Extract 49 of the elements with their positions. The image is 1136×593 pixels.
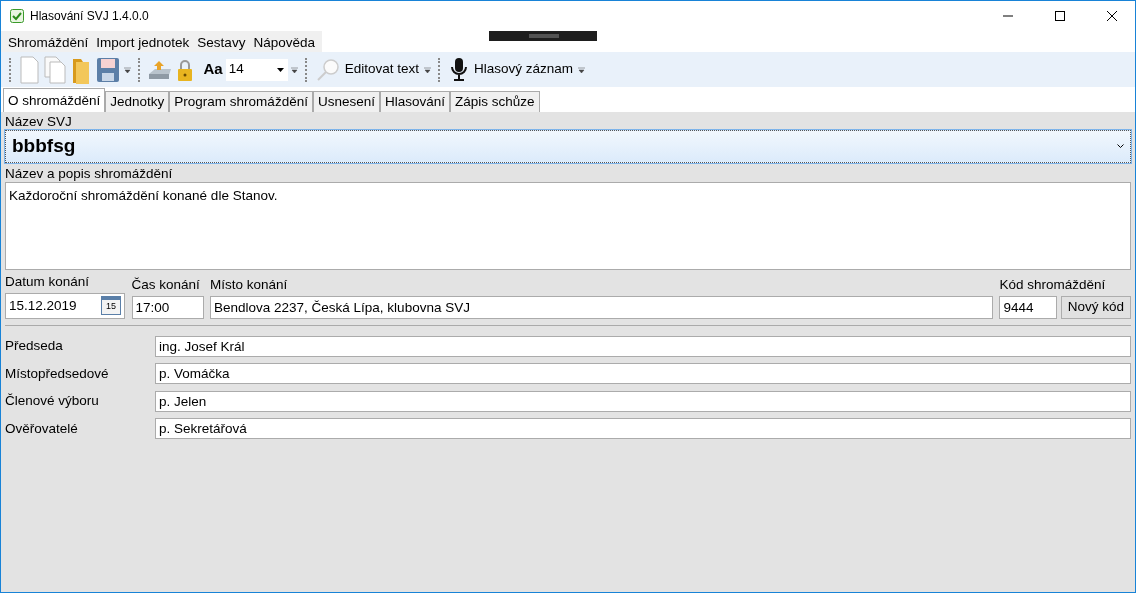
menu-item[interactable]: Nápověda [249, 31, 319, 52]
field-label: Místo konání [210, 276, 289, 293]
app-check-icon [10, 9, 24, 23]
field-label: Kód shromáždění [999, 276, 1107, 293]
dropdown-arrow-icon[interactable] [424, 65, 431, 74]
new-code-button[interactable]: Nový kód [1060, 295, 1131, 319]
code-field[interactable]: 9444 [999, 295, 1058, 319]
chevron-icon [1117, 144, 1124, 149]
field-label: Členové výboru [5, 393, 100, 410]
voice-record-button[interactable]: Hlasový záznam [447, 56, 576, 83]
date-picker-field[interactable]: 15.12.2019 15 [5, 292, 125, 319]
field-label: Název a popis shromáždění [5, 166, 174, 183]
font-size-dropdown[interactable]: 14 [225, 58, 288, 81]
text-field[interactable]: p. Jelen [155, 390, 1131, 412]
text-field[interactable]: ing. Josef Král [155, 335, 1131, 357]
menu-item[interactable]: Sestavy [193, 31, 250, 52]
edit-text-button[interactable]: Editovat text [313, 57, 421, 82]
place-field[interactable]: Bendlova 2237, Česká Lípa, klubovna SVJ [210, 295, 993, 319]
tab[interactable]: Hlasování [379, 91, 450, 112]
magnifier-icon [315, 57, 340, 82]
dropdown-arrow-icon[interactable] [578, 65, 586, 74]
field-label: Čas konání [131, 276, 201, 293]
tab[interactable]: Program shromáždění [169, 91, 313, 112]
field-label: Ověřovatelé [5, 420, 79, 437]
time-field[interactable]: 17:00 [131, 295, 204, 319]
dropdown-arrow-icon[interactable] [290, 65, 298, 74]
microphone-icon [449, 56, 469, 83]
menu-item[interactable]: Import jednotek [92, 31, 194, 52]
field-label: Místopředsedové [5, 365, 110, 382]
menu-item[interactable]: Shromáždění [4, 31, 93, 52]
field-label: Předseda [5, 338, 64, 355]
caret-icon [276, 67, 284, 72]
text-field[interactable]: p. Vomáčka [155, 363, 1131, 385]
svj-name-dropdown[interactable]: bbbfsg [5, 130, 1131, 163]
tab[interactable]: Jednotky [105, 91, 170, 112]
font-size-icon: Aa [203, 58, 223, 81]
text-field[interactable]: p. Sekretářová [155, 418, 1131, 440]
calendar-icon[interactable]: 15 [101, 296, 121, 316]
window-title: Hlasování SVJ 1.4.0.0 [30, 8, 149, 25]
field-label: Datum konání [5, 273, 91, 290]
field-label: Název SVJ [5, 114, 73, 130]
dropdown-arrow-icon[interactable] [124, 65, 131, 74]
description-field[interactable]: Každoroční shromáždění konané dle Stanov. [5, 182, 1131, 271]
tab[interactable]: Zápis schůze [450, 91, 540, 112]
tab[interactable]: O shromáždění [3, 88, 106, 112]
close-icon[interactable] [1107, 11, 1117, 21]
tab[interactable]: Usnesení [312, 91, 380, 112]
maximize-icon[interactable] [1055, 11, 1065, 21]
padlock-icon[interactable] [176, 57, 194, 82]
